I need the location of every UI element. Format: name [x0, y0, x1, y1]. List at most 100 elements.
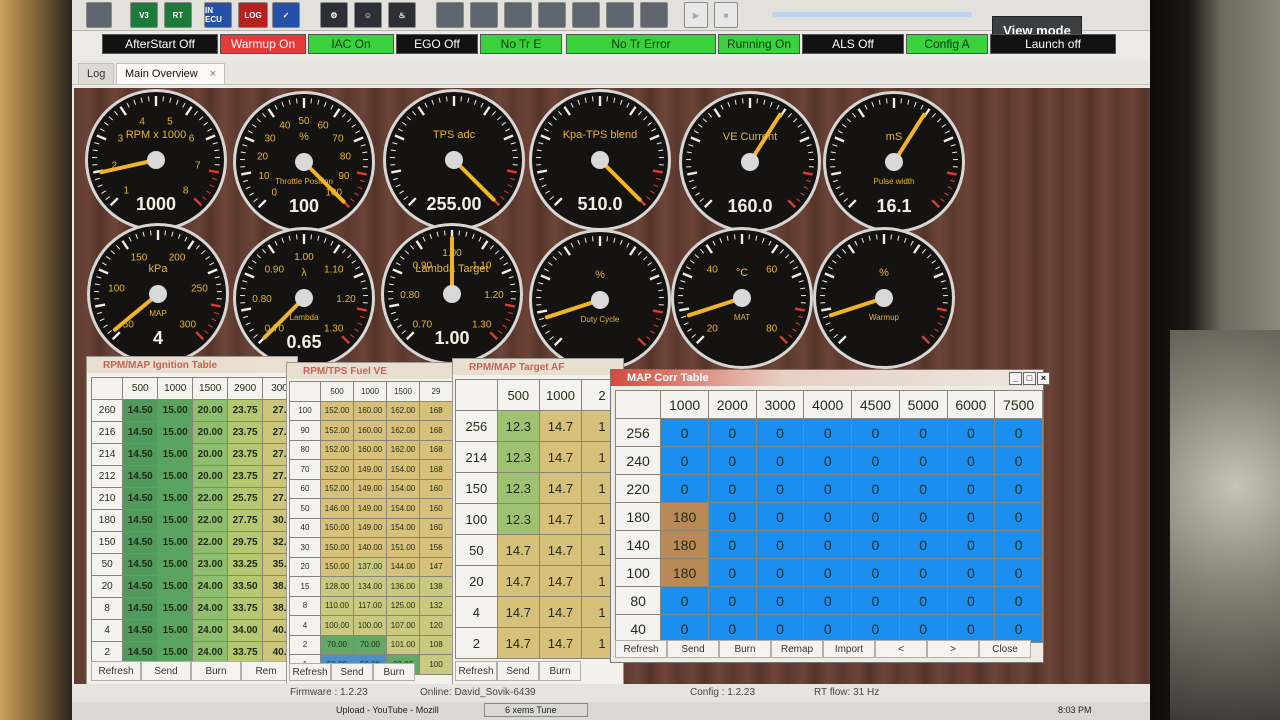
- refresh-button[interactable]: Refresh: [615, 640, 667, 658]
- table-cell[interactable]: 34.00: [227, 619, 264, 642]
- table-cell[interactable]: 0: [803, 446, 853, 475]
- table-cell[interactable]: 0: [946, 586, 996, 615]
- table-cell[interactable]: 0: [803, 614, 853, 643]
- table-cell[interactable]: 162.00: [386, 400, 420, 421]
- table-cell[interactable]: 0: [898, 558, 948, 587]
- table-cell[interactable]: 144.00: [386, 556, 420, 577]
- table-cell[interactable]: 0: [898, 614, 948, 643]
- table-cell[interactable]: 20.00: [192, 399, 229, 422]
- table-cell[interactable]: 15.00: [157, 531, 194, 554]
- table-cell[interactable]: 147: [419, 556, 453, 577]
- taskbar-item-firefox[interactable]: Upload - YouTube - Mozill: [336, 705, 439, 715]
- table-cell[interactable]: 0: [707, 586, 757, 615]
- table-cell[interactable]: 180: [660, 502, 709, 531]
- table-cell[interactable]: 0: [755, 530, 805, 559]
- table-cell[interactable]: 14.50: [122, 487, 159, 510]
- lambda-tool-icon[interactable]: [504, 2, 532, 28]
- table-cell[interactable]: 0: [851, 558, 900, 587]
- table-cell[interactable]: 149.00: [353, 459, 387, 480]
- adc-tool-icon[interactable]: [572, 2, 600, 28]
- table-cell[interactable]: 70.00: [320, 634, 354, 655]
- table-cell[interactable]: 0: [660, 418, 709, 447]
- table-cell[interactable]: 14.7: [538, 472, 583, 504]
- table-cell[interactable]: 117.00: [353, 595, 387, 616]
- send-button[interactable]: Send: [497, 661, 539, 681]
- table-cell[interactable]: 0: [994, 502, 1043, 531]
- table-cell[interactable]: 160: [419, 517, 453, 538]
- person-icon[interactable]: ☺: [354, 2, 382, 28]
- table-cell[interactable]: 15.00: [157, 575, 194, 598]
- table-cell[interactable]: 15.00: [157, 399, 194, 422]
- table-cell[interactable]: 0: [851, 474, 900, 503]
- table-cell[interactable]: 100.00: [353, 615, 387, 636]
- import-button[interactable]: Import: [823, 640, 875, 658]
- table-cell[interactable]: 14.50: [122, 597, 159, 620]
- playback-slider[interactable]: [772, 12, 972, 17]
- table-cell[interactable]: 0: [660, 614, 709, 643]
- table-cell[interactable]: 14.7: [538, 596, 583, 628]
- table-cell[interactable]: 101.00: [386, 634, 420, 655]
- table-cell[interactable]: 0: [851, 614, 900, 643]
- table-cell[interactable]: 160: [419, 498, 453, 519]
- close-icon[interactable]: ×: [1037, 372, 1050, 385]
- table-cell[interactable]: 14.50: [122, 509, 159, 532]
- table-cell[interactable]: 154.00: [386, 517, 420, 538]
- table-cell[interactable]: 23.75: [227, 465, 264, 488]
- table-cell[interactable]: 168: [419, 400, 453, 421]
- table-cell[interactable]: 0: [803, 418, 853, 447]
- table-cell[interactable]: 0: [898, 474, 948, 503]
- toolbar-button-v3[interactable]: V3: [130, 2, 158, 28]
- toolbar-button-rt[interactable]: RT: [164, 2, 192, 28]
- table-cell[interactable]: 0: [707, 418, 757, 447]
- table-cell[interactable]: 0: [946, 502, 996, 531]
- table-cell[interactable]: 14.50: [122, 443, 159, 466]
- ace-tool-icon[interactable]: [538, 2, 566, 28]
- table-cell[interactable]: 29.75: [227, 531, 264, 554]
- table-cell[interactable]: 23.75: [227, 443, 264, 466]
- table-cell[interactable]: 0: [994, 446, 1043, 475]
- table-cell[interactable]: 150.00: [320, 537, 354, 558]
- table-cell[interactable]: 152.00: [320, 478, 354, 499]
- table-cell[interactable]: 20.00: [192, 421, 229, 444]
- table-cell[interactable]: 168: [419, 420, 453, 441]
- table-cell[interactable]: 20.00: [192, 443, 229, 466]
- table-cell[interactable]: 0: [994, 586, 1043, 615]
- remap-button[interactable]: Remap: [771, 640, 823, 658]
- table-cell[interactable]: 0: [946, 558, 996, 587]
- table-cell[interactable]: 137.00: [353, 556, 387, 577]
- table-cell[interactable]: 23.75: [227, 399, 264, 422]
- table-cell[interactable]: 162.00: [386, 439, 420, 460]
- table-cell[interactable]: 14.7: [496, 596, 540, 628]
- table-cell[interactable]: 14.7: [538, 565, 583, 597]
- close-button[interactable]: Close: [979, 640, 1031, 658]
- send-button[interactable]: Send: [331, 663, 373, 681]
- table-cell[interactable]: 0: [755, 614, 805, 643]
- iac-tool-icon[interactable]: [606, 2, 634, 28]
- table-cell[interactable]: 14.50: [122, 465, 159, 488]
- table-cell[interactable]: 0: [803, 558, 853, 587]
- table-cell[interactable]: 14.50: [122, 531, 159, 554]
- table-cell[interactable]: 12.3: [496, 441, 540, 473]
- table-cell[interactable]: 14.7: [538, 441, 583, 473]
- table-cell[interactable]: 0: [660, 474, 709, 503]
- table-cell[interactable]: 120: [419, 615, 453, 636]
- table-cell[interactable]: 14.7: [538, 627, 583, 659]
- table-cell[interactable]: 154.00: [386, 459, 420, 480]
- table-cell[interactable]: 0: [707, 614, 757, 643]
- table-cell[interactable]: 0: [851, 446, 900, 475]
- table-cell[interactable]: 22.00: [192, 509, 229, 532]
- table-cell[interactable]: 15.00: [157, 487, 194, 510]
- table-cell[interactable]: 15.00: [157, 421, 194, 444]
- table-cell[interactable]: 0: [803, 474, 853, 503]
- table-cell[interactable]: 0: [803, 530, 853, 559]
- toolbar-button-0[interactable]: [86, 2, 112, 28]
- table-cell[interactable]: 0: [755, 446, 805, 475]
- ve-tool-icon[interactable]: [436, 2, 464, 28]
- table-cell[interactable]: 140.00: [353, 537, 387, 558]
- table-cell[interactable]: 23.75: [227, 421, 264, 444]
- table-cell[interactable]: 0: [994, 558, 1043, 587]
- table-cell[interactable]: 22.00: [192, 487, 229, 510]
- table-cell[interactable]: 14.7: [538, 410, 583, 442]
- table-cell[interactable]: 14.7: [496, 565, 540, 597]
- table-cell[interactable]: 0: [851, 502, 900, 531]
